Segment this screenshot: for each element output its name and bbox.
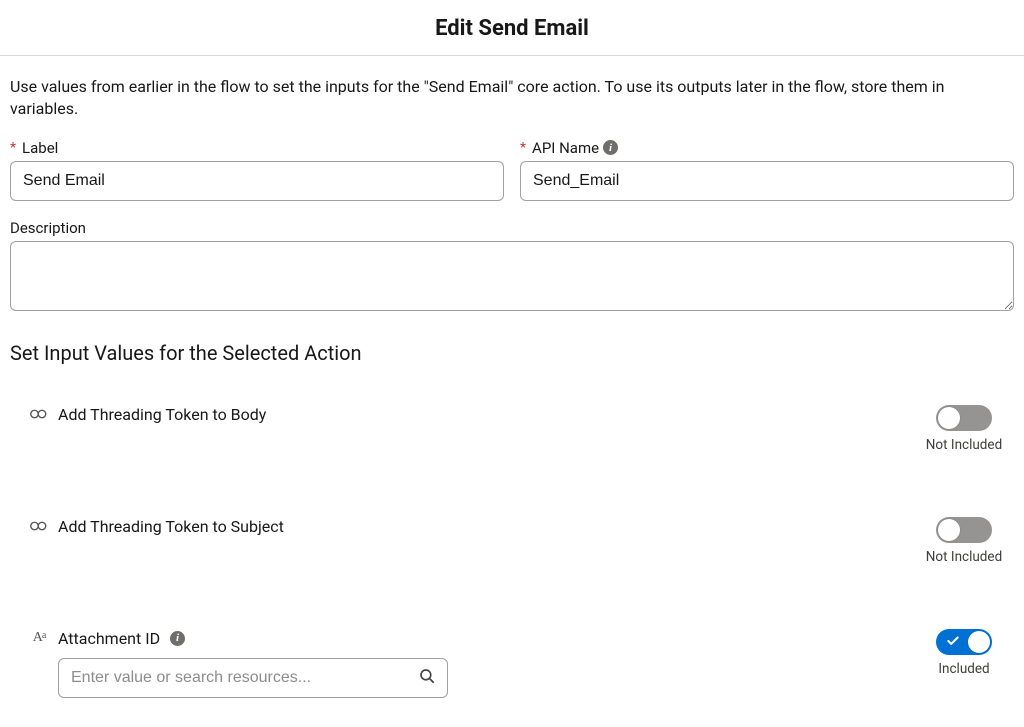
section-title: Set Input Values for the Selected Action xyxy=(10,341,1014,365)
description-field-label-text: Description xyxy=(10,219,86,237)
apiname-field-label-text: API Name xyxy=(532,139,599,157)
param-label: Add Threading Token to Body xyxy=(58,405,266,424)
include-toggle[interactable] xyxy=(936,405,992,431)
param-label-line: Add Threading Token to Body xyxy=(30,405,914,424)
search-icon xyxy=(418,667,436,689)
boolean-icon xyxy=(30,408,48,420)
check-icon xyxy=(946,633,960,652)
toggle-status: Included xyxy=(938,661,989,677)
param-left: Add Threading Token to Body xyxy=(30,405,914,424)
param-label: Add Threading Token to Subject xyxy=(58,517,284,536)
label-field: * Label xyxy=(10,139,504,201)
toggle-column: Not Included xyxy=(914,517,1014,565)
param-label-line: Aa Attachment ID i xyxy=(30,629,914,648)
info-icon[interactable]: i xyxy=(170,631,185,646)
label-apiname-row: * Label * API Name i xyxy=(10,139,1014,201)
apiname-field-label: * API Name i xyxy=(520,139,1014,157)
description-field-label: Description xyxy=(10,219,1014,237)
param-left: Aa Attachment ID i xyxy=(30,629,914,698)
toggle-status: Not Included xyxy=(926,437,1002,453)
intro-text: Use values from earlier in the flow to s… xyxy=(10,76,1014,121)
include-toggle[interactable] xyxy=(936,629,992,655)
param-label-line: Add Threading Token to Subject xyxy=(30,517,914,536)
toggle-column: Not Included xyxy=(914,405,1014,453)
param-left: Add Threading Token to Subject xyxy=(30,517,914,536)
modal-title: Edit Send Email xyxy=(0,16,1024,41)
modal-body: Use values from earlier in the flow to s… xyxy=(0,56,1024,698)
param-label: Attachment ID xyxy=(58,629,160,648)
boolean-icon xyxy=(30,520,48,532)
param-threading-subject: Add Threading Token to Subject Not Inclu… xyxy=(30,517,1014,565)
param-threading-body: Add Threading Token to Body Not Included xyxy=(30,405,1014,453)
toggle-status: Not Included xyxy=(926,549,1002,565)
info-icon[interactable]: i xyxy=(603,140,618,155)
label-field-label: * Label xyxy=(10,139,504,157)
modal-header: Edit Send Email xyxy=(0,0,1024,56)
description-field: Description xyxy=(10,219,1014,311)
include-toggle[interactable] xyxy=(936,517,992,543)
attachment-id-input[interactable] xyxy=(58,658,448,698)
label-field-label-text: Label xyxy=(22,139,58,157)
attachment-id-input-wrap xyxy=(58,658,448,698)
apiname-field: * API Name i xyxy=(520,139,1014,201)
text-type-icon: Aa xyxy=(30,630,48,646)
param-attachment-id: Aa Attachment ID i Included xyxy=(30,629,1014,698)
required-marker: * xyxy=(10,140,16,156)
required-marker: * xyxy=(520,140,526,156)
toggle-column: Included xyxy=(914,629,1014,677)
description-textarea[interactable] xyxy=(10,241,1014,311)
apiname-input[interactable] xyxy=(520,161,1014,201)
label-input[interactable] xyxy=(10,161,504,201)
